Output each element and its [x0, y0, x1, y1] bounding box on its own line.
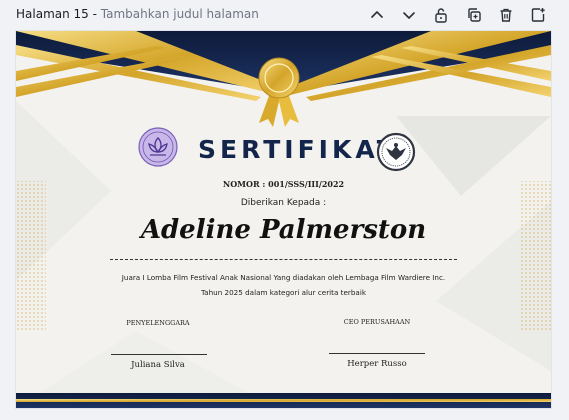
certificate-number: NOMOR : 001/SSS/III/2022 [222, 179, 345, 189]
given-to-label: Diberikan Kepada : [240, 198, 327, 208]
recipient-name: Adeline Palmerston [140, 215, 427, 245]
unlock-icon[interactable] [430, 4, 452, 26]
signature-line-left [111, 354, 207, 355]
certificate-canvas[interactable]: SERTIFIKAT NOMOR : 001/SSS/III/2022 Dibe… [16, 31, 551, 408]
certificate-title: SERTIFIKAT [198, 135, 398, 164]
page-label: Halaman 15 [16, 7, 89, 21]
description-line-1: Juara I Lomba Film Festival Anak Nasiona… [121, 273, 446, 282]
add-page-icon[interactable] [527, 4, 549, 26]
page-subtitle-input[interactable]: Tambahkan judul halaman [101, 7, 259, 21]
chevron-down-icon[interactable] [398, 4, 420, 26]
duplicate-icon[interactable] [463, 4, 485, 26]
signatory-left-name: Juliana Silva [131, 360, 185, 370]
signatory-right-name: Herper Russo [347, 359, 407, 369]
signatory-left-role: PENYELENGGARA [126, 319, 190, 327]
chevron-up-icon[interactable] [366, 4, 388, 26]
lotus-logo-icon [138, 127, 178, 167]
page-title-separator: - [88, 7, 101, 21]
signature-line-right [329, 353, 425, 354]
name-underline [110, 259, 457, 260]
page-title[interactable]: Halaman 15 - Tambahkan judul halaman [16, 7, 259, 21]
description-line-2: Tahun 2025 dalam kategori alur cerita te… [200, 288, 366, 297]
page-toolbar: Halaman 15 - Tambahkan judul halaman [0, 0, 569, 30]
trash-icon[interactable] [495, 4, 517, 26]
signatory-right-role: CEO PERUSAHAAN [343, 318, 411, 326]
eagle-seal-icon [376, 132, 416, 172]
